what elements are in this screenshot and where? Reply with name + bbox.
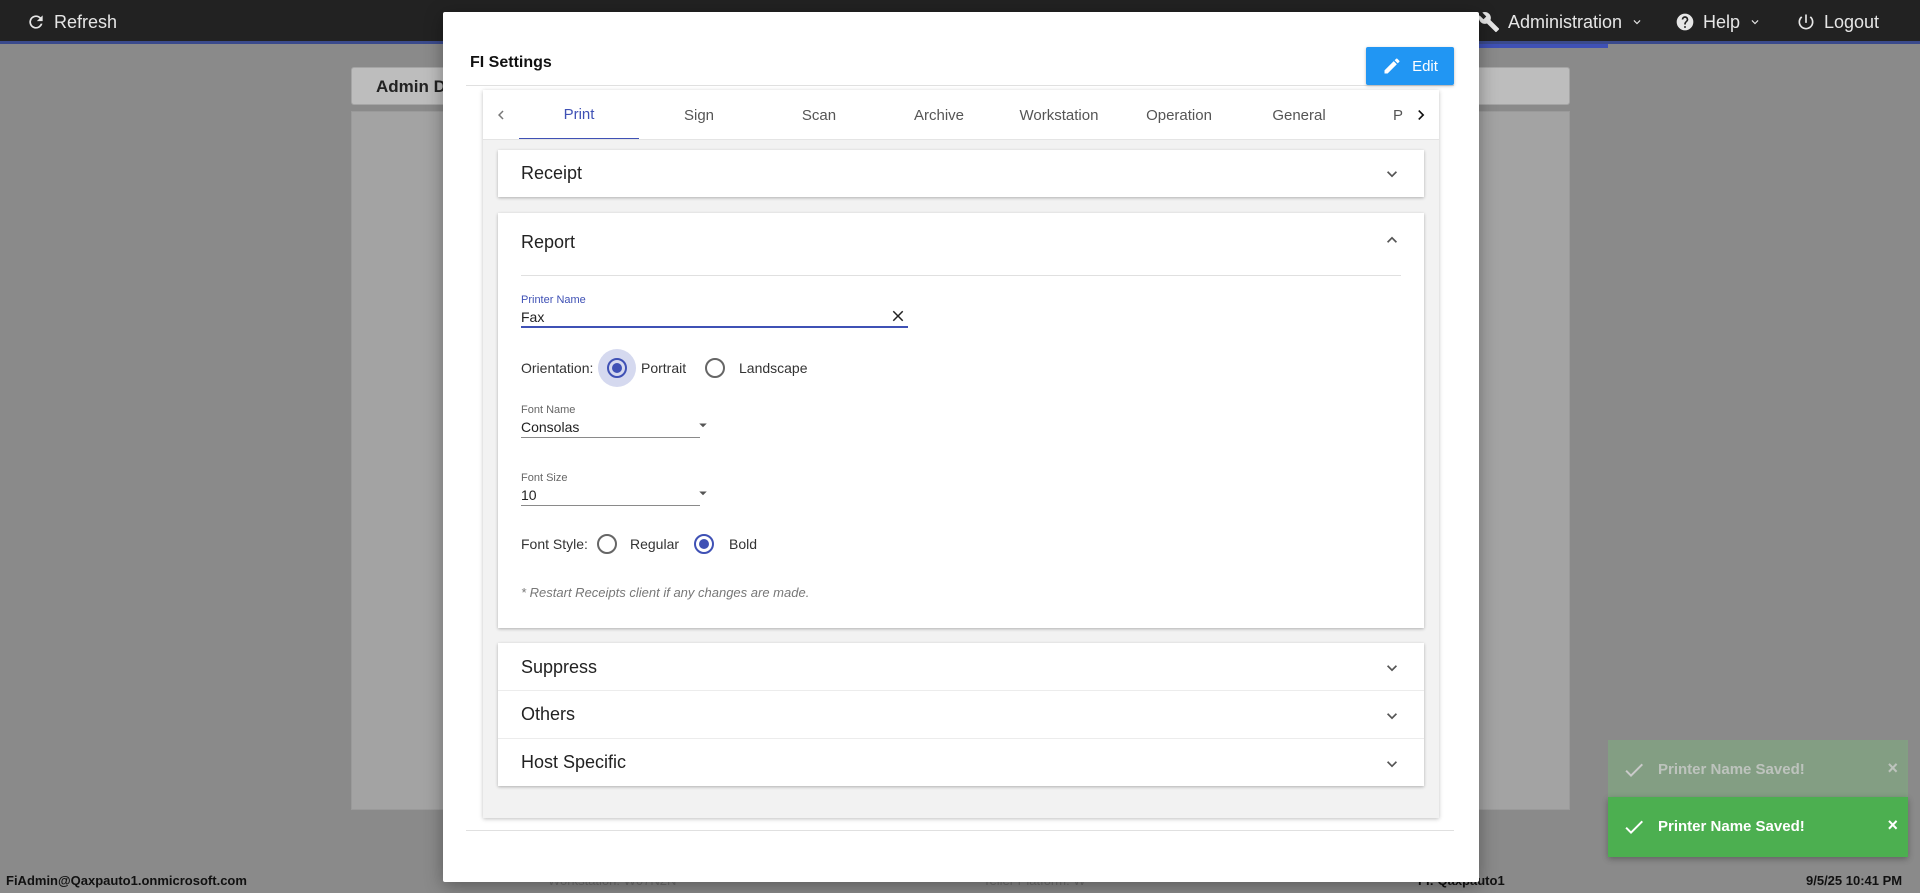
status-user: FiAdmin@Qaxpauto1.onmicrosoft.com <box>6 873 247 888</box>
chevron-down-icon <box>1387 665 1397 672</box>
font-style-label: Font Style: <box>521 536 588 552</box>
refresh-label: Refresh <box>54 11 118 32</box>
expand-receipt-button[interactable] <box>1382 164 1402 189</box>
tab-workstation[interactable]: Workstation <box>999 90 1119 139</box>
toast-close-button[interactable]: × <box>1887 815 1898 836</box>
dialog-header: FI Settings Edit <box>466 34 1454 86</box>
section-host-specific-title: Host Specific <box>521 752 627 772</box>
status-datetime: 9/5/25 10:41 PM <box>1806 873 1903 888</box>
background-panel-title: Admin D <box>376 77 446 96</box>
tabs-scroll-right-button[interactable] <box>1403 90 1439 139</box>
orientation-portrait-label: Portrait <box>641 360 687 376</box>
check-icon <box>1622 815 1646 843</box>
help-menu[interactable]: Help <box>1675 0 1762 44</box>
help-circle-icon <box>1676 13 1694 31</box>
administration-menu[interactable]: Administration <box>1478 0 1644 44</box>
tab-sign[interactable]: Sign <box>639 90 759 139</box>
section-others-title: Others <box>521 704 576 724</box>
settings-tabs: Print Sign Scan Archive Workstation Oper… <box>483 90 1439 140</box>
expand-host-specific-button[interactable] <box>1382 754 1402 779</box>
orientation-landscape-label: Landscape <box>739 360 808 376</box>
font-size-dropdown-arrow[interactable] <box>694 484 712 507</box>
tab-general[interactable]: General <box>1239 90 1359 139</box>
font-name-select[interactable]: Consolas <box>521 419 579 435</box>
section-suppress[interactable]: Suppress <box>498 643 1424 690</box>
section-group-collapsed: Suppress Others Host Specific <box>498 643 1424 786</box>
font-size-select[interactable]: 10 <box>521 487 537 503</box>
dialog-title: FI Settings <box>470 54 552 71</box>
restart-note: * Restart Receipts client if any changes… <box>521 585 810 600</box>
refresh-icon <box>29 15 43 29</box>
help-label: Help <box>1703 11 1741 32</box>
section-report: Report Printer Name Fax Orientation: Por… <box>498 213 1424 628</box>
refresh-button[interactable]: Refresh <box>26 0 117 44</box>
chevron-down-icon <box>1387 761 1397 768</box>
logout-button[interactable]: Logout <box>1796 0 1879 44</box>
caret-down-icon <box>699 491 707 496</box>
section-suppress-title: Suppress <box>521 657 598 677</box>
chevron-down-icon <box>1387 713 1397 720</box>
section-receipt[interactable]: Receipt <box>498 150 1424 197</box>
chevron-left-icon <box>498 110 504 120</box>
section-receipt-title: Receipt <box>521 163 583 183</box>
font-style-regular-radio[interactable] <box>597 534 617 554</box>
check-icon <box>1622 758 1646 786</box>
dialog-footer-divider <box>466 830 1454 831</box>
tab-archive[interactable]: Archive <box>879 90 999 139</box>
chevron-down-icon <box>1751 20 1759 25</box>
toast-message: Printer Name Saved! <box>1658 761 1805 778</box>
close-icon <box>892 310 904 322</box>
printer-name-label: Printer Name <box>521 294 586 306</box>
toast-notification-fading: Printer Name Saved! × <box>1608 740 1908 800</box>
pencil-icon <box>1384 58 1400 74</box>
tab-print[interactable]: Print <box>519 90 639 139</box>
orientation-label: Orientation: <box>521 360 594 376</box>
printer-name-underline <box>521 326 908 328</box>
section-report-title: Report <box>521 232 576 252</box>
toast-notification: Printer Name Saved! × <box>1608 797 1908 857</box>
section-host-specific[interactable]: Host Specific <box>498 739 1424 786</box>
section-others[interactable]: Others <box>498 691 1424 738</box>
orientation-landscape-radio[interactable] <box>705 358 725 378</box>
administration-label: Administration <box>1508 11 1623 32</box>
font-name-underline <box>521 437 700 438</box>
toast-message: Printer Name Saved! <box>1658 818 1805 835</box>
tab-operation[interactable]: Operation <box>1119 90 1239 139</box>
tabs-scroll-left-button[interactable] <box>483 90 519 139</box>
caret-down-icon <box>699 423 707 428</box>
logout-label: Logout <box>1824 11 1880 32</box>
font-style-bold-label: Bold <box>729 536 758 552</box>
active-menu-indicator <box>1478 44 1608 48</box>
font-style-regular-label: Regular <box>630 536 680 552</box>
settings-content: Print Sign Scan Archive Workstation Oper… <box>483 90 1439 818</box>
printer-name-input[interactable]: Fax <box>521 309 544 325</box>
expand-suppress-button[interactable] <box>1382 658 1402 683</box>
font-name-label: Font Name <box>521 404 576 416</box>
collapse-report-button[interactable] <box>1382 230 1402 255</box>
font-style-bold-radio[interactable] <box>694 534 714 554</box>
edit-button[interactable]: Edit <box>1366 47 1454 85</box>
orientation-portrait-radio[interactable] <box>607 358 627 378</box>
toast-close-button[interactable]: × <box>1887 758 1898 779</box>
edit-label: Edit <box>1412 57 1438 75</box>
expand-others-button[interactable] <box>1382 706 1402 731</box>
chevron-down-icon <box>1633 20 1641 25</box>
font-name-dropdown-arrow[interactable] <box>694 416 712 439</box>
wrench-icon <box>1478 12 1500 33</box>
section-divider <box>521 275 1401 276</box>
font-size-underline <box>521 505 700 506</box>
power-icon <box>1798 14 1814 30</box>
tab-scan[interactable]: Scan <box>759 90 879 139</box>
fi-settings-dialog: FI Settings Edit Print Sign Scan Archive… <box>443 12 1479 882</box>
chevron-right-icon <box>1418 110 1425 120</box>
chevron-down-icon <box>1387 171 1397 178</box>
font-size-label: Font Size <box>521 472 568 484</box>
chevron-up-icon <box>1387 236 1397 243</box>
